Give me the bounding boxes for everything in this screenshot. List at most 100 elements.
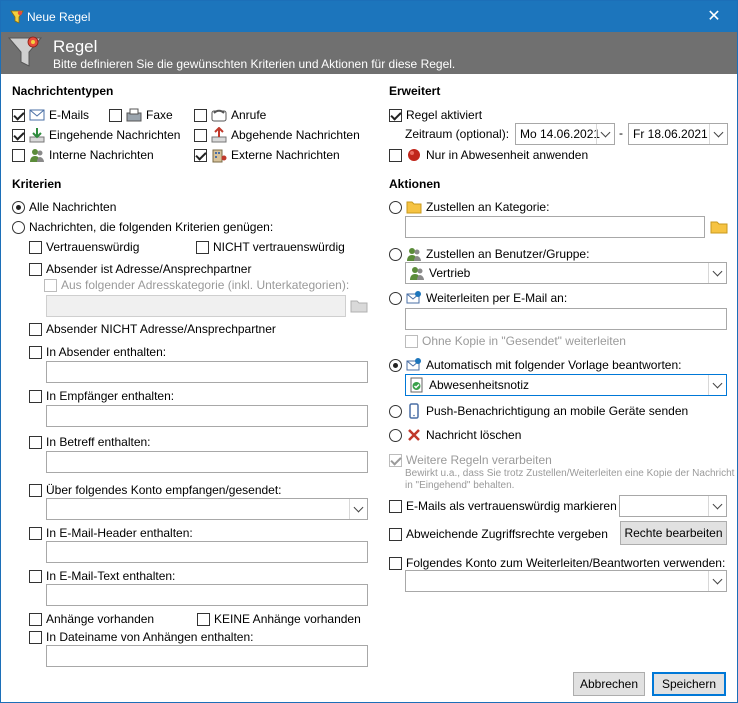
external-checkbox-row[interactable]: Externe Nachrichten [194, 147, 340, 163]
access-rights-checkbox-row[interactable]: Abweichende Zugriffsrechte vergeben [389, 526, 608, 542]
has-attachments-checkbox-row[interactable]: Anhänge vorhanden [29, 611, 154, 627]
push-radio[interactable] [389, 404, 402, 418]
all-messages-radio-row[interactable]: Alle Nachrichten [12, 199, 116, 215]
to-category-radio[interactable] [389, 200, 402, 214]
internal-checkbox-row[interactable]: Interne Nachrichten [12, 147, 154, 163]
cancel-button[interactable]: Abbrechen [573, 672, 645, 696]
delete-radio-row[interactable]: Nachricht löschen [389, 427, 521, 443]
in-attachment-name-checkbox-row[interactable]: In Dateiname von Anhängen enthalten: [29, 629, 254, 645]
chevron-down-icon[interactable] [708, 571, 726, 591]
in-text-checkbox-row[interactable]: In E-Mail-Text enthalten: [29, 568, 175, 584]
from-category-checkbox[interactable] [44, 278, 57, 292]
template-select[interactable]: Abwesenheitsnotiz [405, 374, 727, 396]
anrufe-checkbox-row[interactable]: Anrufe [194, 107, 266, 123]
sender-is-contact-checkbox-row[interactable]: Absender ist Adresse/Ansprechpartner [29, 261, 251, 277]
user-group-select[interactable]: Vertrieb [405, 262, 727, 284]
mark-trusted-checkbox[interactable] [389, 499, 402, 513]
forward-email-radio[interactable] [389, 291, 402, 305]
not-trusted-checkbox[interactable] [196, 240, 209, 254]
access-rights-checkbox[interactable] [389, 527, 402, 541]
use-account-checkbox[interactable] [389, 556, 402, 570]
chevron-down-icon[interactable] [709, 124, 727, 144]
in-recipient-checkbox[interactable] [29, 389, 42, 403]
in-recipient-checkbox-row[interactable]: In Empfänger enthalten: [29, 388, 174, 404]
no-copy-checkbox[interactable] [405, 334, 418, 348]
to-user-radio[interactable] [389, 247, 402, 261]
in-text-input[interactable] [46, 584, 368, 606]
trust-level-select[interactable] [619, 495, 727, 517]
in-sender-input[interactable] [46, 361, 368, 383]
internal-checkbox[interactable] [12, 148, 25, 162]
has-attachments-checkbox[interactable] [29, 612, 42, 626]
mark-trusted-checkbox-row[interactable]: E-Mails als vertrauenswürdig markieren [389, 498, 617, 514]
trusted-checkbox-row[interactable]: Vertrauenswürdig [29, 239, 139, 255]
emails-checkbox-row[interactable]: E-Mails [12, 107, 89, 123]
in-attachment-name-input[interactable] [46, 645, 368, 667]
only-absence-checkbox[interactable] [389, 148, 402, 162]
category-input[interactable] [405, 216, 705, 238]
in-header-input[interactable] [46, 541, 368, 563]
chevron-down-icon[interactable] [708, 263, 726, 283]
sender-not-contact-checkbox[interactable] [29, 322, 42, 336]
forward-email-input[interactable] [405, 308, 727, 330]
in-recipient-input[interactable] [46, 405, 368, 427]
incoming-checkbox-row[interactable]: Eingehende Nachrichten [12, 127, 180, 143]
auto-reply-radio-row[interactable]: Automatisch mit folgender Vorlage beantw… [389, 357, 681, 373]
push-radio-row[interactable]: Push-Benachrichtigung an mobile Geräte s… [389, 403, 688, 419]
in-text-checkbox[interactable] [29, 569, 42, 583]
to-user-radio-row[interactable]: Zustellen an Benutzer/Gruppe: [389, 246, 589, 262]
match-criteria-radio-row[interactable]: Nachrichten, die folgenden Kriterien gen… [12, 219, 273, 235]
in-sender-checkbox[interactable] [29, 345, 42, 359]
edit-rights-button[interactable]: Rechte bearbeiten [620, 521, 727, 545]
sender-not-contact-checkbox-row[interactable]: Absender NICHT Adresse/Ansprechpartner [29, 321, 276, 337]
external-checkbox[interactable] [194, 148, 207, 162]
no-copy-checkbox-row[interactable]: Ohne Kopie in "Gesendet" weiterleiten [405, 333, 626, 349]
in-header-checkbox[interactable] [29, 526, 42, 540]
incoming-checkbox[interactable] [12, 128, 25, 142]
chevron-down-icon[interactable] [596, 124, 614, 144]
rule-active-checkbox-row[interactable]: Regel aktiviert [389, 107, 482, 123]
trusted-checkbox[interactable] [29, 240, 42, 254]
only-absence-checkbox-row[interactable]: Nur in Abwesenheit anwenden [389, 147, 588, 163]
save-button[interactable]: Speichern [652, 672, 726, 696]
use-account-checkbox-row[interactable]: Folgendes Konto zum Weiterleiten/Beantwo… [389, 555, 725, 571]
folder-browse-icon[interactable] [710, 219, 728, 238]
close-icon[interactable]: ✕ [691, 1, 737, 32]
to-category-radio-row[interactable]: Zustellen an Kategorie: [389, 199, 549, 215]
via-account-checkbox-row[interactable]: Über folgendes Konto empfangen/gesendet: [29, 482, 282, 498]
no-attachments-checkbox[interactable] [197, 612, 210, 626]
chevron-down-icon[interactable] [349, 499, 367, 519]
address-category-field[interactable] [46, 295, 346, 317]
emails-checkbox[interactable] [12, 108, 25, 122]
chevron-down-icon[interactable] [708, 375, 726, 395]
more-rules-checkbox-row[interactable]: Weitere Regeln verarbeiten [389, 452, 552, 468]
auto-reply-radio[interactable] [389, 358, 402, 372]
via-account-select[interactable] [46, 498, 368, 520]
sender-is-contact-checkbox[interactable] [29, 262, 42, 276]
not-trusted-checkbox-row[interactable]: NICHT vertrauenswürdig [196, 239, 345, 255]
in-subject-input[interactable] [46, 451, 368, 473]
delete-radio[interactable] [389, 428, 402, 442]
folder-browse-icon-disabled[interactable] [350, 298, 368, 317]
faxe-checkbox-row[interactable]: Faxe [109, 107, 173, 123]
in-attachment-name-checkbox[interactable] [29, 630, 42, 644]
via-account-checkbox[interactable] [29, 483, 42, 497]
date-from-picker[interactable]: Mo 14.06.2021 [515, 123, 615, 145]
anrufe-checkbox[interactable] [194, 108, 207, 122]
outgoing-checkbox-row[interactable]: Abgehende Nachrichten [194, 127, 360, 143]
in-subject-checkbox-row[interactable]: In Betreff enthalten: [29, 434, 151, 450]
in-subject-checkbox[interactable] [29, 435, 42, 449]
no-attachments-checkbox-row[interactable]: KEINE Anhänge vorhanden [197, 611, 361, 627]
rule-active-checkbox[interactable] [389, 108, 402, 122]
outgoing-checkbox[interactable] [194, 128, 207, 142]
chevron-down-icon[interactable] [708, 496, 726, 516]
from-category-checkbox-row[interactable]: Aus folgender Adresskategorie (inkl. Unt… [44, 277, 349, 293]
date-to-picker[interactable]: Fr 18.06.2021 [628, 123, 728, 145]
faxe-checkbox[interactable] [109, 108, 122, 122]
in-sender-checkbox-row[interactable]: In Absender enthalten: [29, 344, 166, 360]
in-header-checkbox-row[interactable]: In E-Mail-Header enthalten: [29, 525, 193, 541]
more-rules-checkbox[interactable] [389, 453, 402, 467]
use-account-select[interactable] [405, 570, 727, 592]
forward-email-radio-row[interactable]: Weiterleiten per E-Mail an: [389, 290, 567, 306]
match-criteria-radio[interactable] [12, 220, 25, 234]
